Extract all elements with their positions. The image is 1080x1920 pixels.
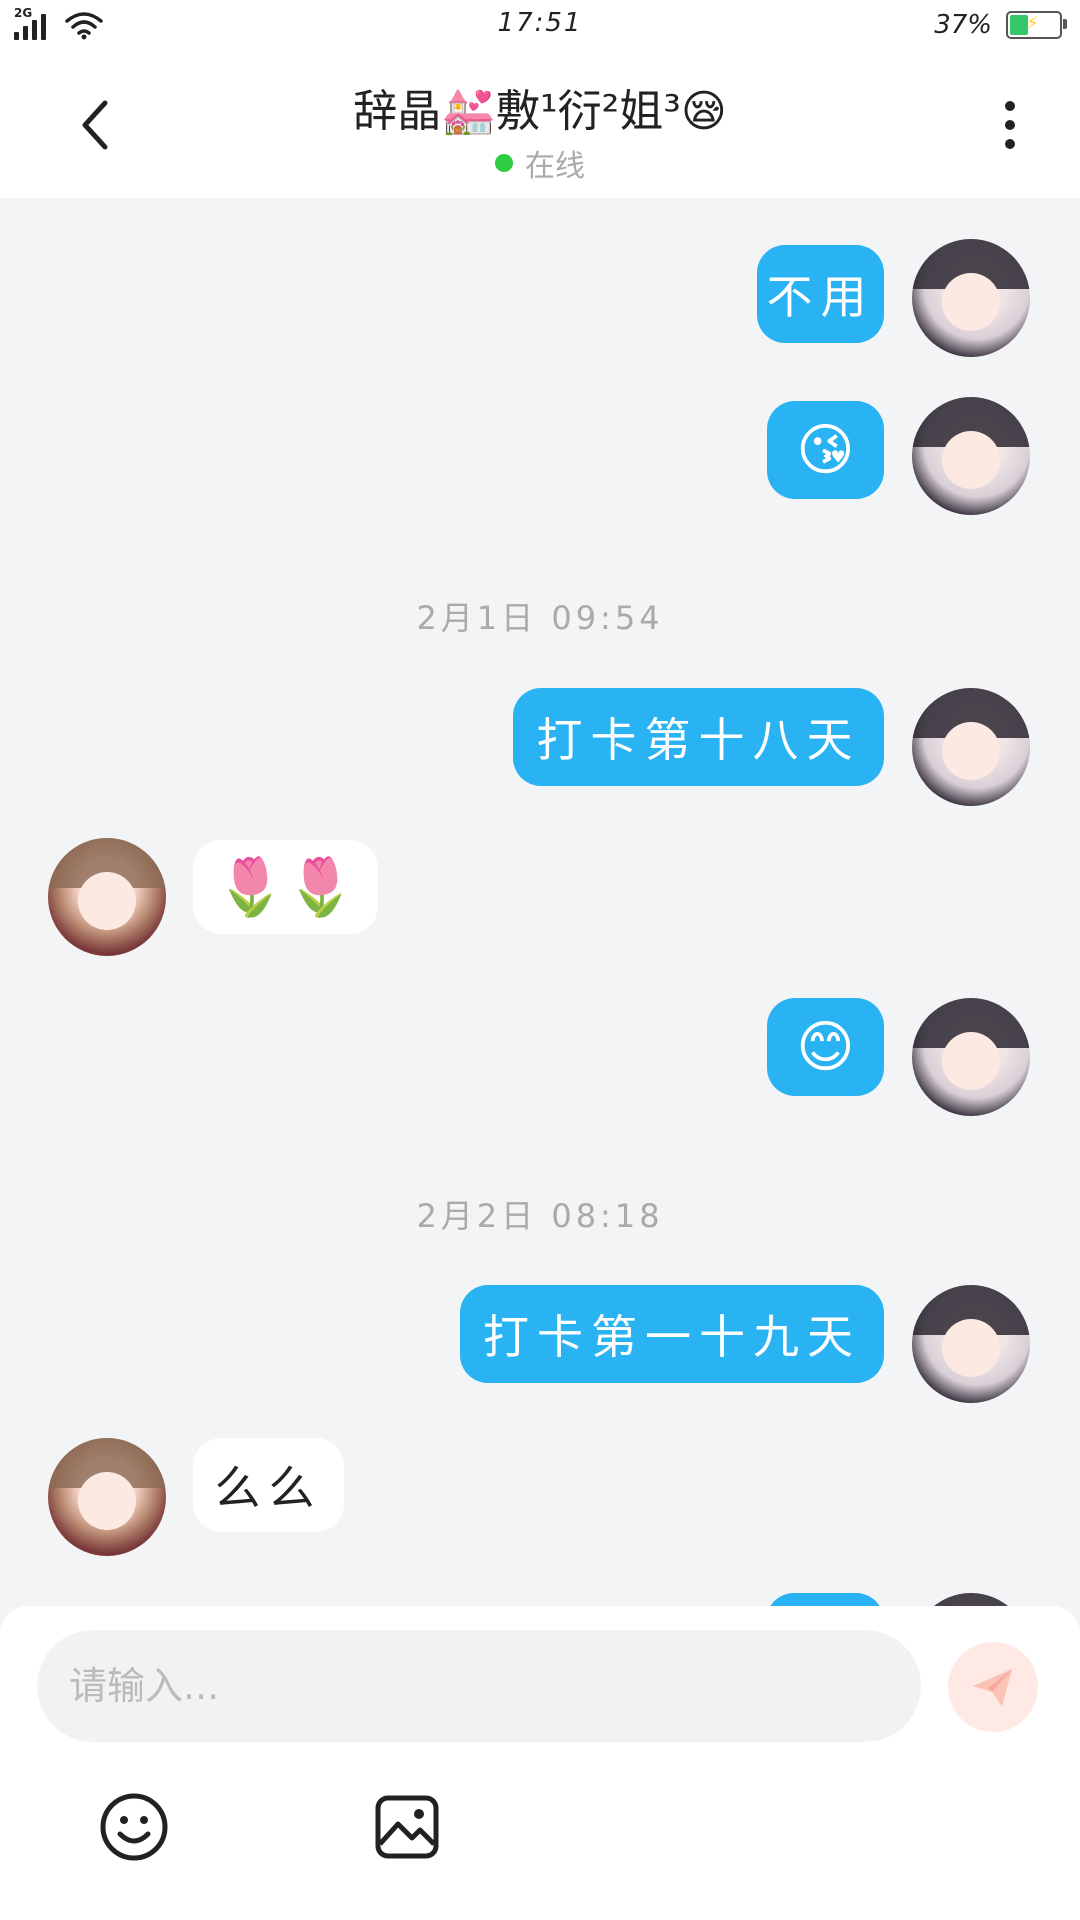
timestamp: 2月2日 08:18 [416,1197,664,1235]
send-button[interactable] [948,1642,1038,1732]
message-composer [0,1606,1080,1920]
contact-name: 辞晶💒敷¹衍²姐³😪 [353,86,727,137]
status-right: 37% ⚡ [934,10,1067,40]
message-bubble-sent[interactable]: 😊 [767,998,884,1096]
message-text: 打卡第十八天 [536,713,861,767]
message-bubble-sent[interactable] [766,1593,884,1606]
message-emoji: 🌷🌷 [215,855,356,920]
online-dot [495,154,513,172]
charging-icon: ⚡ [1026,13,1039,34]
my-avatar[interactable] [912,688,1030,806]
presence: 在线 [0,141,1080,185]
message-text: 不用 [766,270,875,324]
message-list[interactable]: 不用 😘 2月1日 09:54 打卡第十八天 🌷🌷 😊 2月2日 08:18 打… [0,198,1080,1606]
my-avatar[interactable] [912,397,1030,515]
message-bubble-sent[interactable]: 打卡第十八天 [513,688,884,786]
more-options-button[interactable] [980,85,1040,165]
chat-header: 辞晶💒敷¹衍²姐³😪 在线 [0,55,1080,198]
battery-percent: 37% [934,10,992,40]
timestamp: 2月1日 09:54 [416,599,664,637]
message-bubble-sent[interactable]: 不用 [757,245,884,343]
battery-icon: ⚡ [1006,11,1067,39]
my-avatar[interactable] [912,1593,1030,1606]
message-bubble-sent[interactable]: 😘 [767,401,884,499]
message-bubble-received[interactable]: 🌷🌷 [193,840,378,934]
contact-avatar[interactable] [48,1438,166,1556]
emoji-icon [100,1793,168,1861]
send-icon [973,1669,1012,1706]
message-emoji: 😊 [796,1014,855,1080]
more-vertical-icon [1005,101,1015,111]
clock: 17:51 [497,8,583,38]
message-input[interactable] [37,1630,921,1742]
message-emoji: 😘 [796,417,855,483]
message-bubble-received[interactable]: 么么 [193,1438,344,1532]
image-button[interactable] [371,1791,443,1863]
message-text: 么么 [214,1461,323,1515]
status-bar: 2G 17:51 37% ⚡ [0,0,1080,55]
presence-label: 在线 [525,149,585,184]
message-text: 打卡第一十九天 [483,1310,861,1364]
my-avatar[interactable] [912,998,1030,1116]
image-icon [375,1795,439,1859]
emoji-button[interactable] [98,1791,170,1863]
contact-avatar[interactable] [48,838,166,956]
my-avatar[interactable] [912,239,1030,357]
message-bubble-sent[interactable]: 打卡第一十九天 [460,1285,884,1383]
my-avatar[interactable] [912,1285,1030,1403]
